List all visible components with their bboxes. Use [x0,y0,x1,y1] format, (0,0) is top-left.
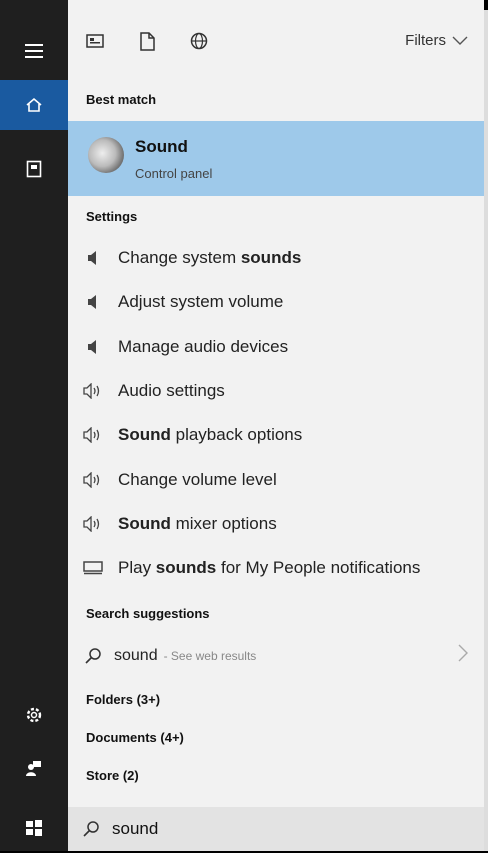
web-filter-button[interactable] [186,28,212,54]
speaker-icon [82,294,104,310]
settings-result-label: Sound playback options [118,425,303,444]
best-match-subtitle: Control panel [135,166,213,181]
settings-result-label: Adjust system volume [118,292,284,311]
suggestion-query: sound [114,647,158,664]
settings-result[interactable]: Adjust system volume [68,282,484,322]
settings-result-label: Audio settings [118,381,225,400]
filters-label: Filters [405,32,446,49]
see-web-results-label: - See web results [163,649,257,663]
best-match-title: Sound [135,137,188,156]
home-button[interactable] [0,80,68,130]
left-rail [0,0,68,851]
hamburger-menu-button[interactable] [0,26,68,76]
feedback-icon [26,761,41,776]
settings-result[interactable]: Sound mixer options [68,504,484,544]
document-icon [139,31,155,51]
search-icon [82,820,100,838]
hamburger-icon [25,44,43,58]
settings-result-label: Sound mixer options [118,514,277,533]
home-icon [26,97,42,112]
speaker-app-icon [88,137,124,173]
volume-icon [82,472,104,488]
filter-bar: Filters [68,10,484,72]
apps-icon [86,34,104,48]
volume-icon [82,383,104,399]
settings-result[interactable]: Change volume level [68,460,484,500]
settings-result[interactable]: Manage audio devices [68,327,484,367]
store-category[interactable]: Store (2) [86,768,139,783]
windows-logo-icon [26,820,42,836]
apps-filter-button[interactable] [82,28,108,54]
folders-category[interactable]: Folders (3+) [86,692,160,707]
search-icon [84,647,104,665]
settings-result[interactable]: Play sounds for My People notifications [68,548,484,588]
gear-icon [26,707,42,723]
notebook-button[interactable] [0,144,68,194]
speaker-icon [82,339,104,355]
speaker-icon [82,250,104,266]
search-input[interactable] [110,818,414,840]
settings-result-label: Manage audio devices [118,337,289,356]
chevron-right-icon [458,644,468,667]
documents-category[interactable]: Documents (4+) [86,730,184,745]
volume-icon [82,427,104,443]
search-results-panel: Filters Best match Sound Control panel S… [68,0,484,851]
best-match-heading: Best match [86,92,157,107]
volume-icon [82,516,104,532]
best-match-result[interactable]: Sound Control panel [68,121,484,196]
settings-result[interactable]: Sound playback options [68,415,484,455]
settings-heading: Settings [86,209,138,224]
settings-result[interactable]: Change system sounds [68,238,484,278]
search-box[interactable] [68,807,484,851]
settings-result[interactable]: Audio settings [68,371,484,411]
chevron-down-icon [452,36,468,45]
feedback-button[interactable] [0,743,68,793]
start-button[interactable] [0,803,68,853]
settings-result-label: Play sounds for My People notifications [118,558,421,577]
documents-filter-button[interactable] [134,28,160,54]
filters-dropdown[interactable]: Filters [405,32,468,49]
web-search-suggestion[interactable]: sound - See web results [68,636,484,676]
notebook-icon [26,160,42,178]
monitor-icon [82,561,104,575]
search-suggestions-heading: Search suggestions [86,606,210,621]
settings-result-label: Change volume level [118,470,277,489]
globe-icon [190,32,208,50]
settings-result-label: Change system sounds [118,248,302,267]
scrollbar[interactable] [484,10,488,851]
settings-button[interactable] [0,690,68,740]
